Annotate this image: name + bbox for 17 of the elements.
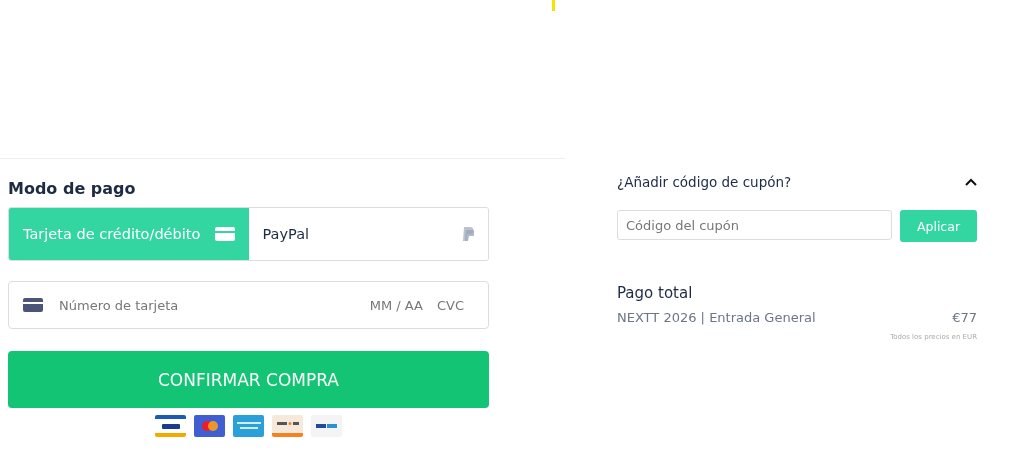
cvc-placeholder: CVC	[436, 297, 464, 313]
amex-logo	[233, 415, 264, 437]
paypal-logo	[311, 415, 342, 437]
item-price: €77	[952, 310, 977, 325]
accent-mark	[552, 0, 555, 11]
total-title: Pago total	[617, 284, 694, 302]
expiry-placeholder: MM / AA	[369, 297, 423, 313]
item-name: NEXTT 2026 | Entrada General	[617, 310, 816, 325]
paypal-icon	[462, 227, 474, 241]
credit-card-icon	[214, 227, 235, 241]
section-title: Modo de pago	[8, 179, 137, 198]
coupon-field[interactable]: Código del cupón	[617, 210, 892, 240]
discover-logo	[272, 415, 303, 437]
credit-card-icon	[23, 298, 43, 312]
mastercard-logo	[194, 415, 225, 437]
coupon-toggle[interactable]: ¿Añadir código de cupón?	[617, 174, 977, 190]
card-number-field[interactable]: Número de tarjeta MM / AA CVC	[8, 281, 489, 329]
